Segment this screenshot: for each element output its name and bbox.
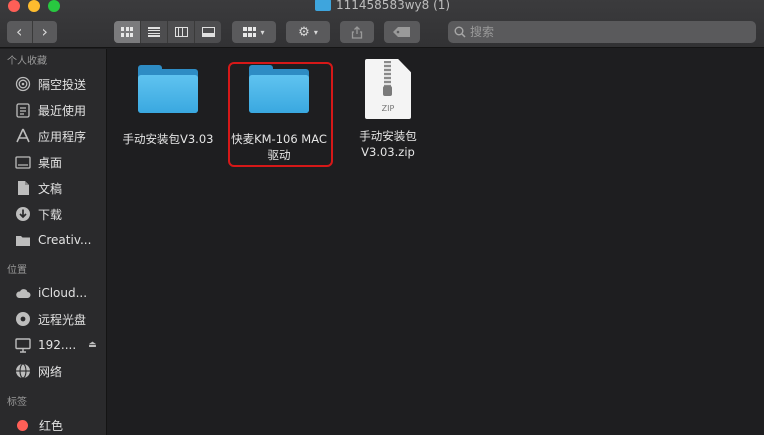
icloud-icon [14,285,32,301]
desktop-icon [14,154,32,170]
sidebar-item-network[interactable]: 网络 [0,358,106,384]
window-title: 111458583wy8 (1) [315,0,450,12]
gear-icon: ⚙ [298,24,310,40]
sidebar-item-label: iCloud... [38,286,88,300]
column-view-button[interactable] [167,21,194,43]
file-item-folder-installer[interactable]: 手动安装包V3.03 [110,65,226,147]
sidebar-item-label: 192.... [38,338,77,352]
sidebar-item-label: 桌面 [38,155,63,170]
file-name: 手动安装包 V3.03.zip [359,128,417,160]
sidebar-item-documents[interactable]: 文稿 [0,175,106,201]
tag-button[interactable] [384,21,420,43]
sidebar-item-label: 应用程序 [38,129,87,144]
search-field[interactable] [448,21,756,43]
chevron-down-icon: ▾ [313,27,318,37]
window-controls [8,0,60,12]
arrange-button[interactable]: ▾ [232,21,276,43]
sidebar-item-downloads[interactable]: 下载 [0,201,106,227]
share-button[interactable] [340,21,374,43]
gallery-view-button[interactable] [194,21,221,43]
file-browser: 手动安装包V3.03 快麦KM-106 MAC 驱动 ZIP 手动安装包 V3.… [108,49,764,435]
sidebar-item-label: 文稿 [38,181,63,196]
minimize-button[interactable] [28,0,40,12]
file-name: 快麦KM-106 MAC 驱动 [231,131,327,163]
disc-icon [14,311,32,327]
window-title-text: 111458583wy8 (1) [336,0,451,12]
computer-icon [14,337,32,353]
network-icon [14,363,32,379]
sidebar-item-icloud[interactable]: iCloud... [0,280,106,306]
share-icon [351,25,363,39]
folder-icon [249,65,309,113]
sidebar-item-label: 隔空投送 [38,77,87,92]
chevron-down-icon: ▾ [260,27,265,37]
sidebar-section-favorites: 个人收藏 [7,56,47,67]
sidebar-item-label: 远程光盘 [38,312,87,327]
documents-icon [14,180,32,196]
zoom-button[interactable] [48,0,60,12]
file-item-folder-driver[interactable]: 快麦KM-106 MAC 驱动 [221,65,337,163]
action-button[interactable]: ⚙ ▾ [286,21,330,43]
tag-icon [393,27,410,37]
forward-button[interactable]: › [31,21,58,43]
file-name-line: V3.03.zip [361,145,415,159]
close-button[interactable] [8,0,20,12]
zip-file-icon: ZIP [365,59,411,119]
sidebar-item-applications[interactable]: 应用程序 [0,123,106,149]
list-view-button[interactable] [140,21,167,43]
red-tag-icon [17,419,28,431]
sidebar-item-label: 最近使用 [38,103,87,118]
toolbar: 111458583wy8 (1) ‹ › ▾ ⚙ ▾ [0,0,764,48]
applications-icon [14,128,32,144]
column-view-icon [174,27,188,37]
list-view-icon [148,27,160,37]
icon-view-icon [121,27,133,37]
airdrop-icon [14,76,32,92]
file-name: 手动安装包V3.03 [122,132,214,146]
sidebar-item-label: 下载 [38,207,63,222]
view-mode-group [114,21,221,43]
back-forward-group: ‹ › [7,21,57,43]
gallery-view-icon [201,27,215,37]
folder-icon [138,65,198,113]
sidebar: 个人收藏 隔空投送 最近使用 应用程序 桌面 文稿 下载 Creativ... … [0,49,107,435]
sidebar-item-label: 网络 [38,364,63,379]
zip-badge: ZIP [381,104,395,113]
sidebar-section-locations: 位置 [7,265,27,276]
arrange-icon [243,27,257,37]
sidebar-item-label: 红色 [39,418,64,433]
file-name-line: 驱动 [267,148,291,162]
eject-icon[interactable]: ⏏ [88,340,97,350]
sidebar-item-desktop[interactable]: 桌面 [0,149,106,175]
sidebar-item-label: Creativ... [38,233,92,247]
file-name-line: 快麦KM-106 MAC [231,132,327,146]
downloads-icon [14,206,32,222]
search-icon [454,26,466,38]
search-input[interactable] [470,25,730,39]
sidebar-item-creative[interactable]: Creativ... [0,227,106,253]
back-button[interactable]: ‹ [7,21,32,43]
sidebar-item-remote-disc[interactable]: 远程光盘 [0,306,106,332]
sidebar-item-server[interactable]: 192.... ⏏ [0,332,106,358]
sidebar-item-airdrop[interactable]: 隔空投送 [0,71,106,97]
file-item-zip[interactable]: ZIP 手动安装包 V3.03.zip [330,59,446,160]
icon-view-button[interactable] [114,21,140,43]
recents-icon [14,102,32,118]
sidebar-section-tags: 标签 [7,397,27,408]
chevron-left-icon: ‹ [16,22,23,41]
file-name-line: 手动安装包 [359,129,417,143]
sidebar-item-recents[interactable]: 最近使用 [0,97,106,123]
sidebar-item-tag-red[interactable]: 红色 [0,412,106,435]
chevron-right-icon: › [41,22,48,41]
folder-icon [14,232,32,248]
folder-icon [315,0,331,11]
